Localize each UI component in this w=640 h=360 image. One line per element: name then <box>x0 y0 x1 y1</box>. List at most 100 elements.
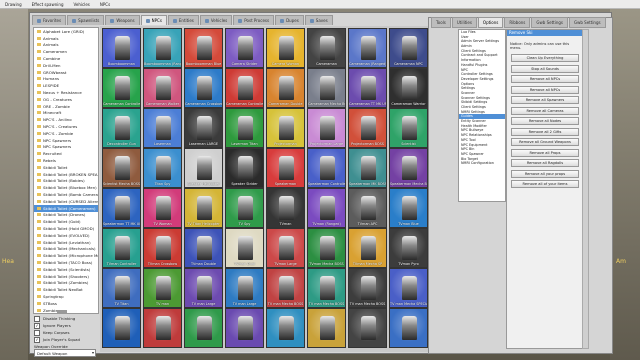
npc-spawn-icon[interactable]: TVman Dual <box>225 228 264 268</box>
tree-item[interactable]: Rebels <box>34 157 98 164</box>
tree-scrollbar[interactable] <box>57 310 67 314</box>
tree-item[interactable]: Skibidi Toilet NexBot <box>34 286 98 293</box>
tree-item[interactable]: STBoss <box>34 300 98 307</box>
npc-option[interactable]: ✓ Ignore Players <box>34 322 98 329</box>
tree-item[interactable]: GROWbeast <box>34 69 98 76</box>
tree-item[interactable]: Cameramen <box>34 48 98 55</box>
npc-spawn-icon[interactable]: TVman Mecha SP <box>348 228 387 268</box>
spawn-tab[interactable]: Entities <box>167 15 199 25</box>
npc-spawn-icon[interactable]: Boomboomman Blue <box>184 28 223 68</box>
option-checkbox[interactable]: ✓ <box>34 322 40 329</box>
npc-spawn-icon[interactable]: Boomboomman <box>102 28 141 68</box>
cleanup-button[interactable]: Remove all of your items <box>511 180 579 188</box>
npc-spawn-icon[interactable]: TVman APC <box>348 188 387 228</box>
npc-spawn-icon[interactable]: Cameraman Double <box>266 68 305 108</box>
npc-spawn-icon[interactable] <box>307 308 346 348</box>
spawn-tab[interactable]: Post Process <box>233 15 275 25</box>
option-checkbox[interactable]: ✓ <box>34 336 40 343</box>
tool-category-list[interactable]: Lua Files User Admin Server Settings Admin C… <box>458 29 506 202</box>
cleanup-button[interactable]: Clean Up Everything <box>511 54 579 62</box>
tree-item[interactable]: NPC'S - Zombie <box>34 130 98 137</box>
tree-item[interactable]: Alphabet Lore (GRID) <box>34 28 98 35</box>
npc-spawn-icon[interactable]: TVman <box>266 188 305 228</box>
tree-item[interactable]: Animals <box>34 35 98 42</box>
npc-spawn-icon[interactable] <box>389 308 428 348</box>
npc-spawn-icon[interactable]: Laserman <box>143 108 182 148</box>
tree-item[interactable]: OG - Creatures <box>34 96 98 103</box>
tree-item[interactable]: Springtrap <box>34 293 98 300</box>
tool-tab[interactable]: Gwb Settings <box>569 17 606 28</box>
npc-spawn-icon[interactable]: Boomboomman (Ranged) <box>143 28 182 68</box>
npc-option[interactable]: ✓ Join Player's Squad <box>34 336 98 343</box>
npc-spawn-icon[interactable]: Speaker Strider <box>225 148 264 188</box>
tool-tab[interactable]: Utilities <box>451 17 477 28</box>
tree-item[interactable]: Drill-Men <box>34 62 98 69</box>
npc-spawn-icon[interactable]: Speakerman TT MK UP <box>102 188 141 228</box>
npc-spawn-icon[interactable]: Speakerman Mecha BOSS <box>389 148 428 188</box>
tree-item[interactable]: Skibidi Toilet (Mechanicals) <box>34 246 98 253</box>
npc-spawn-icon[interactable]: Speakerman MK BOSS <box>348 148 387 188</box>
tree-item[interactable]: LESPIDE <box>34 82 98 89</box>
tree-item[interactable]: Skibidi Toilet (Scientists) <box>34 266 98 273</box>
tree-item[interactable]: Skibidi Toilet (Microphone Men) <box>34 252 98 259</box>
npc-spawn-icon[interactable]: TV Titan Helicopter <box>184 188 223 228</box>
npc-spawn-icon[interactable]: Scientist Mecha BOSS <box>102 148 141 188</box>
tree-item[interactable]: Skibidi Toilet (EVOLVED) <box>34 232 98 239</box>
npc-spawn-icon[interactable]: Projectorman BOSS <box>348 108 387 148</box>
tree-item[interactable]: Skibidi Toilet (Hold GMOD) <box>34 225 98 232</box>
npc-spawn-icon[interactable]: Cameraman NPC <box>389 28 428 68</box>
tree-item[interactable]: Skibidi Toilet (Zombies) <box>34 279 98 286</box>
npc-spawn-icon[interactable]: TVman Controller <box>102 228 141 268</box>
npc-spawn-icon[interactable]: TVman Blue <box>389 188 428 228</box>
npc-spawn-icon[interactable]: TV Titan <box>102 268 141 308</box>
tree-item[interactable]: NPC Spawners <box>34 144 98 151</box>
tree-item[interactable]: Skibidi Toilet <box>34 164 98 171</box>
npc-spawn-icon[interactable]: Projectorman Large <box>307 108 346 148</box>
tree-item[interactable]: NPC'S - Anilino <box>34 116 98 123</box>
npc-spawn-icon[interactable]: TV man Large <box>184 268 223 308</box>
tree-item[interactable]: Skibidi Toilet (CURSED Aliens) <box>34 198 98 205</box>
tool-tab[interactable]: Options <box>477 17 504 28</box>
npc-spawn-icon[interactable]: Camera Woman <box>266 28 305 68</box>
tree-item[interactable]: Nexus + Resistance <box>34 89 98 96</box>
npc-spawn-icon[interactable]: TV Spy <box>225 188 264 228</box>
tree-item[interactable]: NPC Spawners <box>34 137 98 144</box>
tree-item[interactable]: ORE - Zombie <box>34 103 98 110</box>
tree-item[interactable]: Skibidi Toilet (Drones) <box>34 212 98 219</box>
spawn-tab[interactable]: Weapons <box>105 15 140 25</box>
npc-spawn-icon[interactable] <box>225 308 264 348</box>
cleanup-button[interactable]: Remove all 2 Gifts <box>511 127 579 136</box>
npc-option[interactable]: Keep Corpses <box>34 329 98 336</box>
menubar-item[interactable]: Drawing <box>0 2 27 7</box>
tree-item[interactable]: Skibidi Toilet (Babies) <box>34 178 98 185</box>
cleanup-button[interactable]: Remove all Spawners <box>511 96 579 104</box>
weapon-override-select[interactable]: Default Weapon ▾ <box>34 349 96 357</box>
spawn-tab[interactable]: NPCs <box>140 15 167 25</box>
option-checkbox[interactable] <box>34 329 40 336</box>
spawn-tab[interactable]: Dupes <box>275 15 304 25</box>
tool-panel-scrollbar[interactable] <box>582 29 589 349</box>
menubar-item[interactable]: Effect spawning <box>27 2 69 7</box>
npc-spawn-icon[interactable]: Titan Spy <box>143 148 182 188</box>
npc-spawn-icon[interactable]: Laserman LARGE <box>184 108 223 148</box>
tree-item[interactable]: Skibidi Toilet (Leviathan) <box>34 239 98 246</box>
cleanup-button[interactable]: Remove all Ragdolls <box>511 159 579 167</box>
npc-spawn-icon[interactable]: TV man Large <box>225 268 264 308</box>
npc-spawn-icon[interactable]: TVman Large <box>266 228 305 268</box>
npc-spawn-icon[interactable]: TV man Mecha SPECIAL <box>389 268 428 308</box>
npc-spawn-icon[interactable]: TVman Crossbow <box>143 228 182 268</box>
npc-spawn-icon[interactable]: Decontroller Gun <box>102 108 141 148</box>
npc-option[interactable]: Disable Thinking <box>34 315 98 322</box>
npc-spawn-icon[interactable]: Cameraman <box>307 28 346 68</box>
npc-spawn-icon[interactable]: Cameraman Controller <box>225 68 264 108</box>
tree-item[interactable]: Minecraft <box>34 110 98 117</box>
npc-spawn-icon[interactable]: Cameraman TT MK UP <box>348 68 387 108</box>
npc-spawn-icon[interactable]: Laserman Titan <box>225 108 264 148</box>
tool-list-item[interactable]: NMRI Configuration <box>459 161 505 166</box>
npc-spawn-icon[interactable]: TVman Pyro <box>389 228 428 268</box>
npc-spawn-icon[interactable]: TV man Mecha BOSS <box>307 268 346 308</box>
tree-item[interactable]: Skibidi Toilet (TACO Boss) <box>34 259 98 266</box>
npc-spawn-icon[interactable]: TV man Mecha BOSS <box>348 268 387 308</box>
npc-spawn-icon[interactable]: TV man <box>143 268 182 308</box>
tree-item[interactable]: Humans <box>34 76 98 83</box>
